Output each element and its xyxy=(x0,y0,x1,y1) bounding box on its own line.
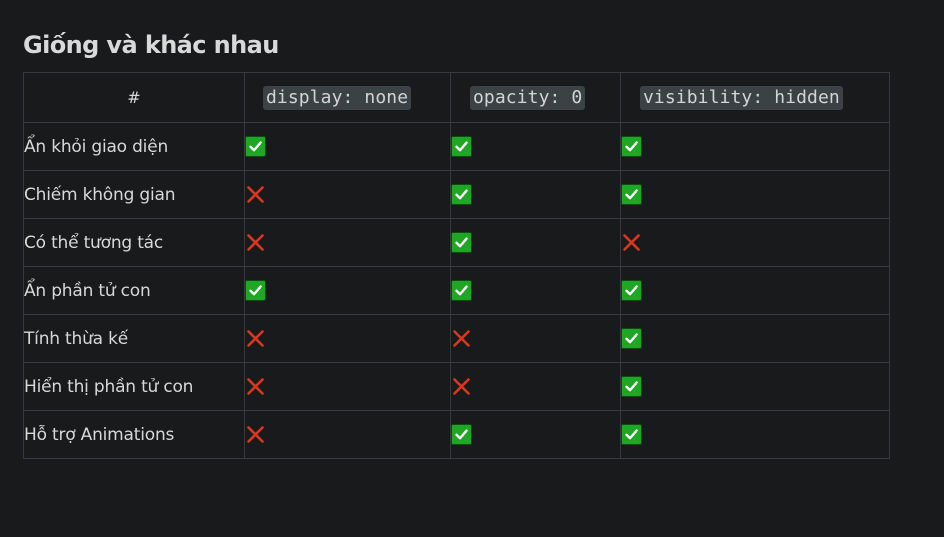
cell-opacity-0 xyxy=(450,266,621,315)
table-row: Chiếm không gian xyxy=(23,170,890,219)
cell-opacity-0 xyxy=(450,122,621,171)
check-mark-button-icon xyxy=(245,136,266,157)
cell-opacity-0 xyxy=(450,170,621,219)
cell-visibility-hidden xyxy=(620,362,890,411)
row-label: Hỗ trợ Animations xyxy=(23,410,245,459)
table-row: Hỗ trợ Animations xyxy=(23,410,890,459)
check-mark-button-icon xyxy=(621,184,642,205)
cross-mark-icon xyxy=(245,184,266,205)
header-hash: # xyxy=(23,72,245,123)
cell-display-none xyxy=(244,122,451,171)
cell-display-none xyxy=(244,410,451,459)
cell-visibility-hidden xyxy=(620,122,890,171)
row-label: Có thể tương tác xyxy=(23,218,245,267)
cell-opacity-0 xyxy=(450,362,621,411)
cross-mark-icon xyxy=(245,376,266,397)
cross-mark-icon xyxy=(451,376,472,397)
row-label: Tính thừa kế xyxy=(23,314,245,363)
cell-display-none xyxy=(244,362,451,411)
table-row: Có thể tương tác xyxy=(23,218,890,267)
cell-visibility-hidden xyxy=(620,314,890,363)
check-mark-button-icon xyxy=(451,280,472,301)
cross-mark-icon xyxy=(621,232,642,253)
section-title: Giống và khác nhau xyxy=(23,31,279,59)
check-mark-button-icon xyxy=(621,424,642,445)
cell-display-none xyxy=(244,170,451,219)
cell-opacity-0 xyxy=(450,314,621,363)
code-display-none: display: none xyxy=(263,85,412,110)
check-mark-button-icon xyxy=(621,280,642,301)
header-visibility-hidden: visibility: hidden xyxy=(620,72,890,123)
check-mark-button-icon xyxy=(451,232,472,253)
check-mark-button-icon xyxy=(451,136,472,157)
check-mark-button-icon xyxy=(621,136,642,157)
cell-display-none xyxy=(244,314,451,363)
row-label: Ẩn phần tử con xyxy=(23,266,245,315)
header-display-none: display: none xyxy=(244,72,451,123)
table-row: Ẩn khỏi giao diện xyxy=(23,122,890,171)
row-label: Ẩn khỏi giao diện xyxy=(23,122,245,171)
code-opacity-0: opacity: 0 xyxy=(470,85,586,110)
cell-visibility-hidden xyxy=(620,170,890,219)
check-mark-button-icon xyxy=(451,184,472,205)
row-label: Hiển thị phần tử con xyxy=(23,362,245,411)
code-visibility-hidden: visibility: hidden xyxy=(640,85,843,110)
cell-visibility-hidden xyxy=(620,410,890,459)
check-mark-button-icon xyxy=(245,280,266,301)
cell-opacity-0 xyxy=(450,410,621,459)
cell-visibility-hidden xyxy=(620,218,890,267)
cell-visibility-hidden xyxy=(620,266,890,315)
cross-mark-icon xyxy=(245,232,266,253)
check-mark-button-icon xyxy=(451,424,472,445)
table-row: Hiển thị phần tử con xyxy=(23,362,890,411)
row-label: Chiếm không gian xyxy=(23,170,245,219)
check-mark-button-icon xyxy=(621,328,642,349)
cell-opacity-0 xyxy=(450,218,621,267)
cell-display-none xyxy=(244,266,451,315)
check-mark-button-icon xyxy=(621,376,642,397)
header-row: # display: none opacity: 0 visibility: h… xyxy=(23,72,890,123)
cell-display-none xyxy=(244,218,451,267)
table-row: Tính thừa kế xyxy=(23,314,890,363)
cross-mark-icon xyxy=(245,328,266,349)
cross-mark-icon xyxy=(245,424,266,445)
cross-mark-icon xyxy=(451,328,472,349)
comparison-table: # display: none opacity: 0 visibility: h… xyxy=(23,72,890,459)
header-opacity-0: opacity: 0 xyxy=(450,72,621,123)
table-row: Ẩn phần tử con xyxy=(23,266,890,315)
